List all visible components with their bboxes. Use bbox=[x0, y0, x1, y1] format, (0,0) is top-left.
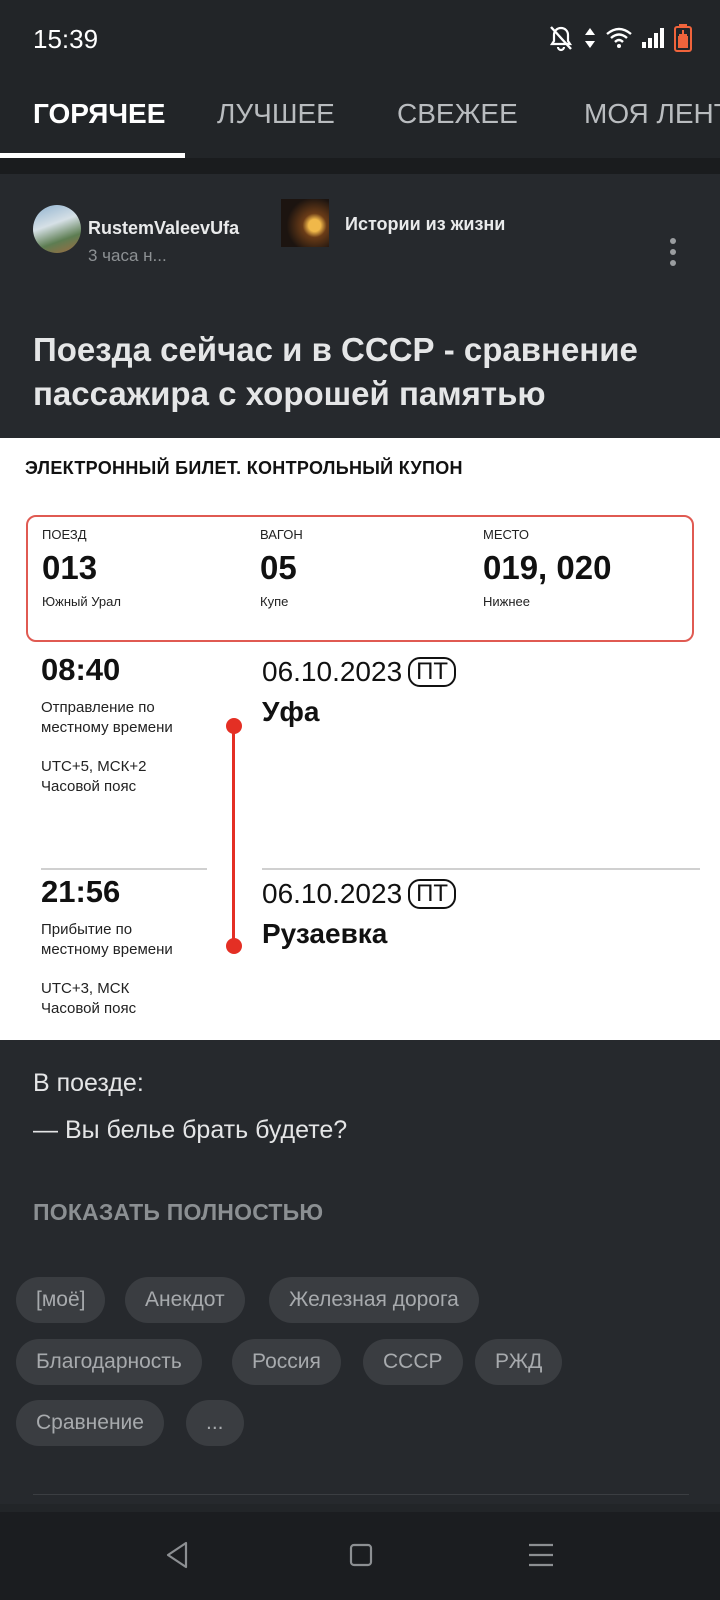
nav-back-icon[interactable] bbox=[164, 1540, 190, 1575]
post-text-line-1: В поезде: bbox=[33, 1069, 144, 1097]
tag-chip[interactable]: СССР bbox=[363, 1339, 463, 1385]
ticket-image: ЭЛЕКТРОННЫЙ БИЛЕТ. КОНТРОЛЬНЫЙ КУПОН ПОЕ… bbox=[0, 438, 720, 1040]
status-time: 15:39 bbox=[33, 24, 99, 54]
car-number: 05 bbox=[260, 549, 297, 586]
route-dot-start bbox=[226, 718, 242, 734]
status-bar: 15:39 bbox=[0, 0, 720, 80]
tag-chip[interactable]: Сравнение bbox=[16, 1400, 164, 1446]
ticket-separator-left bbox=[41, 868, 207, 870]
feed-tabs: ГОРЯЧЕЕ ЛУЧШЕЕ СВЕЖЕЕ МОЯ ЛЕНТА bbox=[0, 80, 720, 159]
departure-date-text: 06.10.2023 bbox=[262, 656, 403, 687]
tag-chip[interactable]: ... bbox=[186, 1400, 244, 1446]
text-fade bbox=[0, 1158, 720, 1172]
community-name[interactable]: Истории из жизни bbox=[345, 214, 505, 235]
route-dot-end bbox=[226, 938, 242, 954]
tag-chip[interactable]: Россия bbox=[232, 1339, 341, 1385]
post-text-line-2: — Вы белье брать будете? bbox=[33, 1116, 348, 1144]
tag-chip[interactable]: РЖД bbox=[475, 1339, 563, 1385]
departure-desc-2: местному времени bbox=[41, 719, 173, 736]
seat-info: МЕСТО 019, 020 Нижнее bbox=[483, 527, 611, 609]
tag-chip[interactable]: Железная дорога bbox=[269, 1277, 479, 1323]
signal-icon bbox=[642, 28, 664, 53]
data-arrows-icon bbox=[584, 26, 596, 55]
car-info: ВАГОН 05 Купе bbox=[260, 527, 303, 609]
seat-number: 019, 020 bbox=[483, 549, 612, 586]
ticket-header: ЭЛЕКТРОННЫЙ БИЛЕТ. КОНТРОЛЬНЫЙ КУПОН bbox=[25, 458, 463, 478]
nav-menu-icon[interactable] bbox=[528, 1540, 554, 1575]
departure-tz-1: UTC+5, МСК+2 bbox=[41, 758, 147, 775]
arrival-time: 21:56 bbox=[41, 874, 121, 909]
tab-fresh[interactable]: СВЕЖЕЕ bbox=[397, 98, 518, 130]
arrival-day: ПТ bbox=[408, 879, 457, 909]
arrival-date-text: 06.10.2023 bbox=[262, 878, 403, 909]
departure-day: ПТ bbox=[408, 657, 457, 687]
ticket-separator-right bbox=[262, 868, 700, 870]
post-divider bbox=[33, 1494, 689, 1495]
departure-tz-2: Часовой пояс bbox=[41, 778, 137, 795]
battery-low-icon bbox=[674, 24, 692, 57]
train-number: 013 bbox=[42, 549, 98, 586]
arrival-tz-1: UTC+3, МСК bbox=[41, 980, 130, 997]
more-vertical-icon[interactable] bbox=[670, 238, 678, 270]
route-line bbox=[232, 725, 235, 945]
author-name[interactable]: RustemValeevUfa bbox=[88, 218, 239, 239]
seat-label: МЕСТО bbox=[483, 527, 529, 542]
arrival-desc-2: местному времени bbox=[41, 941, 173, 958]
system-nav-bar bbox=[0, 1512, 720, 1600]
car-type: Купе bbox=[260, 594, 289, 609]
tag-chip[interactable]: Анекдот bbox=[125, 1277, 245, 1323]
avatar[interactable] bbox=[33, 205, 81, 253]
community-avatar[interactable] bbox=[281, 199, 329, 247]
train-name: Южный Урал bbox=[42, 594, 121, 609]
train-label: ПОЕЗД bbox=[42, 527, 87, 542]
post-time: 3 часа н... bbox=[88, 246, 167, 265]
arrival-tz-2: Часовой пояс bbox=[41, 1000, 137, 1017]
train-info: ПОЕЗД 013 Южный Урал bbox=[42, 527, 121, 609]
tag-chip[interactable]: [моё] bbox=[16, 1277, 106, 1323]
arrival-city: Рузаевка bbox=[262, 918, 388, 949]
wifi-icon bbox=[606, 27, 632, 54]
tab-my-feed[interactable]: МОЯ ЛЕНТА bbox=[584, 98, 720, 130]
tag-chip[interactable]: Благодарность bbox=[16, 1339, 202, 1385]
nav-home-icon[interactable] bbox=[348, 1540, 374, 1575]
tab-best[interactable]: ЛУЧШЕЕ bbox=[217, 98, 335, 130]
departure-city: Уфа bbox=[262, 696, 320, 727]
arrival-date: 06.10.2023 ПТ bbox=[262, 878, 457, 910]
departure-date: 06.10.2023 ПТ bbox=[262, 656, 457, 688]
car-label: ВАГОН bbox=[260, 527, 303, 542]
status-icons bbox=[548, 24, 692, 57]
show-full-button[interactable]: ПОКАЗАТЬ ПОЛНОСТЬЮ bbox=[33, 1199, 323, 1226]
feed-gap bbox=[0, 158, 720, 174]
tab-hot[interactable]: ГОРЯЧЕЕ bbox=[33, 98, 165, 130]
departure-time: 08:40 bbox=[41, 652, 121, 687]
departure-desc-1: Отправление по bbox=[41, 699, 155, 716]
post-title[interactable]: Поезда сейчас и в СССР - сравнение пасса… bbox=[33, 328, 693, 416]
bell-off-icon bbox=[548, 24, 574, 57]
ticket-summary-box: ПОЕЗД 013 Южный Урал ВАГОН 05 Купе МЕСТО… bbox=[26, 515, 694, 642]
seat-type: Нижнее bbox=[483, 594, 530, 609]
arrival-desc-1: Прибытие по bbox=[41, 921, 133, 938]
